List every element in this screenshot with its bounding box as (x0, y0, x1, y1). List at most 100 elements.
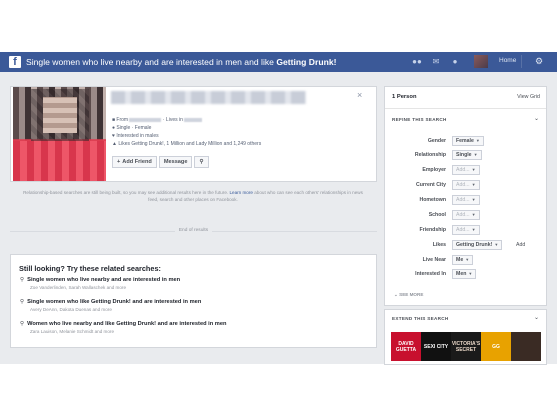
filter-likes: Likes Getting Drunk! ▼ Add (385, 240, 546, 252)
extend-thumbnail[interactable] (511, 332, 541, 361)
topbar-divider (521, 55, 522, 68)
filter-dropdown[interactable]: Add... ▼ (452, 225, 480, 235)
search-sidebar: 1 Person View Grid REFINE THIS SEARCH ⌄ … (384, 86, 547, 306)
detail-from-label: From (116, 117, 129, 123)
filter-label: Live Near (422, 257, 446, 263)
caret-down-icon: ▼ (494, 242, 499, 247)
more-options-button[interactable]: ⚲ (194, 156, 209, 168)
extend-thumbnails: DAVID GUETTA SEXI CITY VICTORIA'S SECRET GG (391, 332, 541, 361)
filter-dropdown[interactable]: Single ▼ (452, 150, 482, 160)
caret-down-icon: ▼ (473, 152, 478, 157)
detail-from: ■ From · Lives in (112, 117, 203, 123)
person-icon: ● (112, 125, 116, 131)
related-search-text: Single women who live nearby and are int… (27, 277, 181, 283)
filter-dropdown[interactable]: Getting Drunk! ▼ (452, 240, 503, 250)
see-more-label: SEE MORE (399, 292, 424, 297)
related-search-item[interactable]: ⚲ Single women who live nearby and are in… (20, 277, 180, 290)
filter-gender: Gender Female ▼ (385, 136, 546, 148)
add-friend-label: Add Friend (122, 159, 152, 165)
blurred-hometown (129, 117, 162, 122)
add-friend-button[interactable]: + Add Friend (112, 156, 157, 168)
chevron-down-icon[interactable]: ⌄ (534, 314, 539, 321)
search-query-title: Single women who live nearby and are int… (26, 57, 336, 67)
filter-dropdown[interactable]: Add... ▼ (452, 165, 480, 175)
end-of-results-label: End of results (174, 228, 213, 233)
filter-label: Gender (427, 138, 446, 144)
profile-photo[interactable] (13, 87, 106, 181)
like-icon: ▲ (112, 141, 117, 147)
add-likes-link[interactable]: Add (516, 242, 525, 248)
related-search-item[interactable]: ⚲ Women who live nearby and like Getting … (20, 321, 227, 334)
result-actions: + Add Friend Message ⚲ (112, 156, 209, 168)
caret-down-icon: ▼ (471, 212, 476, 217)
related-search-people: Avery DeAnn, Dakota Duenas and more (30, 307, 112, 312)
filter-value: Me (456, 257, 464, 263)
see-more-link[interactable]: ⌄ SEE MORE (394, 292, 423, 298)
close-icon[interactable]: × (357, 90, 362, 100)
filter-label: Likes (432, 242, 446, 248)
detail-likes: ▲ Likes Getting Drunk!, 1 Million and La… (112, 141, 261, 147)
caret-down-icon: ▼ (468, 271, 473, 276)
filter-label: Hometown (419, 197, 446, 203)
filter-current-city: Current City Add... ▼ (385, 180, 546, 192)
message-button[interactable]: Message (158, 156, 193, 168)
filter-employer: Employer Add... ▼ (385, 165, 546, 177)
filter-label: Current City (416, 182, 446, 188)
detail-relationship: ● Single · Female (112, 125, 151, 131)
caret-down-icon: ▼ (471, 227, 476, 232)
detail-relationship-text: Single · Female (116, 125, 152, 131)
filter-label: Employer (422, 167, 446, 173)
filter-interested-in: Interested In Men ▼ (385, 269, 546, 281)
messages-icon[interactable]: ✉ (431, 57, 441, 66)
chevron-down-icon[interactable]: ⌄ (534, 115, 539, 122)
notice-text: Relationship-based searches are still be… (23, 190, 229, 195)
globe-icon[interactable]: ● (450, 57, 460, 66)
extend-thumbnail[interactable]: DAVID GUETTA (391, 332, 421, 361)
result-count: 1 Person (392, 94, 417, 100)
filter-dropdown[interactable]: Add... ▼ (452, 180, 480, 190)
search-icon: ⚲ (20, 277, 25, 283)
briefcase-icon: ■ (112, 117, 116, 123)
filter-dropdown[interactable]: Me ▼ (452, 255, 474, 265)
friends-icon[interactable]: ●● (412, 57, 422, 66)
home-link[interactable]: Home (499, 57, 516, 64)
caret-down-icon: ▼ (475, 138, 480, 143)
related-search-people: Zoe Vanderlinden, Sarah Wallaschek and m… (30, 285, 127, 290)
filter-school: School Add... ▼ (385, 210, 546, 222)
related-searches-card: Still looking? Try these related searche… (10, 254, 377, 348)
filter-dropdown[interactable]: Add... ▼ (452, 210, 480, 220)
filter-value: Add... (456, 182, 470, 188)
extend-thumbnail[interactable]: VICTORIA'S SECRET (451, 332, 481, 361)
extend-thumbnail[interactable]: GG (481, 332, 511, 361)
heart-icon: ♥ (112, 133, 115, 139)
facebook-logo[interactable]: f (9, 56, 21, 68)
detail-likes-text: Likes Getting Drunk!, 1 Million and Lady… (118, 141, 262, 147)
learn-more-link[interactable]: Learn more (229, 190, 253, 195)
end-of-results: End of results (10, 228, 377, 233)
extend-search-card: EXTEND THIS SEARCH ⌄ DAVID GUETTA SEXI CI… (384, 309, 547, 365)
filter-value: Men (456, 271, 467, 277)
result-name-blurred[interactable] (111, 91, 306, 104)
refine-title: REFINE THIS SEARCH (392, 117, 447, 122)
search-query-prefix: Single women who live nearby and are int… (26, 57, 277, 67)
add-friend-icon: + (117, 159, 121, 165)
photo-shirt-region (13, 141, 106, 181)
filter-hometown: Hometown Add... ▼ (385, 195, 546, 207)
gear-icon[interactable]: ⚙ (535, 56, 543, 67)
filter-dropdown[interactable]: Men ▼ (452, 269, 477, 279)
user-avatar[interactable] (474, 55, 488, 68)
related-search-item[interactable]: ⚲ Single women who like Getting Drunk! an… (20, 299, 201, 312)
filter-value: Add... (456, 167, 470, 173)
filter-dropdown[interactable]: Female ▼ (452, 136, 484, 146)
search-icon: ⚲ (20, 321, 25, 327)
detail-lives-label: · Lives in (162, 117, 183, 123)
extend-thumbnail[interactable]: SEXI CITY (421, 332, 451, 361)
view-grid-link[interactable]: View Grid (517, 94, 540, 100)
detail-interested-text: Interested in males (116, 133, 159, 139)
filter-label: School (428, 212, 446, 218)
related-searches-title: Still looking? Try these related searche… (19, 264, 161, 273)
filter-value: Female (456, 138, 474, 144)
filter-dropdown[interactable]: Add... ▼ (452, 195, 480, 205)
filter-label: Interested In (415, 271, 446, 277)
result-card: × ■ From · Lives in ● Single · Female ♥ … (10, 86, 377, 182)
